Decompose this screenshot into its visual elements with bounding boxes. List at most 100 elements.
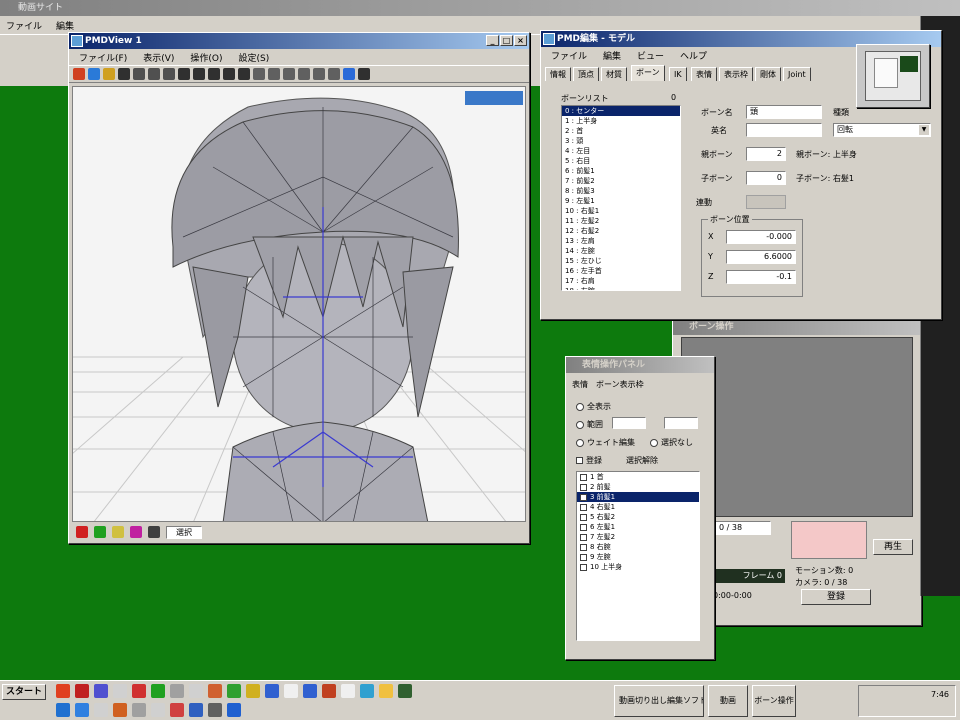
bone-eng-field[interactable] [746, 123, 822, 137]
morph-tab-morph[interactable]: 表情 [572, 379, 588, 390]
range-start-field[interactable] [612, 417, 646, 429]
menu-settings[interactable]: 設定(S) [237, 51, 272, 64]
3d-viewport[interactable] [72, 86, 526, 522]
quicklaunch-icon[interactable] [379, 684, 393, 698]
quicklaunch-icon[interactable] [94, 703, 108, 717]
tab-rigid-body[interactable]: 剛体 [755, 67, 781, 81]
tool-icon[interactable] [130, 526, 142, 538]
quicklaunch-icon[interactable] [227, 684, 241, 698]
minimize-button[interactable]: _ [486, 35, 499, 46]
list-item[interactable]: 7 : 前髪2 [562, 176, 680, 186]
toolbar-tool-icon[interactable] [73, 68, 85, 80]
toolbar-tool-icon[interactable] [298, 68, 310, 80]
list-item[interactable]: 8 : 前髪3 [562, 186, 680, 196]
quicklaunch-icon[interactable] [284, 684, 298, 698]
quicklaunch-icon[interactable] [227, 703, 241, 717]
task-button-2[interactable]: 動画 [708, 685, 748, 717]
quicklaunch-icon[interactable] [246, 684, 260, 698]
toolbar-tool-icon[interactable] [163, 68, 175, 80]
tab-joint[interactable]: Joint [783, 67, 811, 81]
toolbar-tool-icon[interactable] [268, 68, 280, 80]
list-item[interactable]: 4 : 左目 [562, 146, 680, 156]
toolbar-tool-icon[interactable] [313, 68, 325, 80]
quicklaunch-icon[interactable] [75, 684, 89, 698]
option-clear[interactable]: 選択解除 [626, 455, 658, 466]
option-all[interactable]: 全表示 [576, 401, 611, 412]
child-bone-field[interactable]: 0 [746, 171, 786, 185]
quicklaunch-icon[interactable] [132, 684, 146, 698]
toolbar-tool-icon[interactable] [283, 68, 295, 80]
tool-icon[interactable] [94, 526, 106, 538]
list-item[interactable]: 7 左髪2 [577, 532, 699, 542]
tool-icon[interactable] [112, 526, 124, 538]
list-item[interactable]: 2 : 首 [562, 126, 680, 136]
tab-display-frame[interactable]: 表示枠 [719, 67, 753, 81]
list-item[interactable]: 16 : 左手首 [562, 266, 680, 276]
tab-morph[interactable]: 表情 [691, 67, 717, 81]
list-item[interactable]: 8 右腕 [577, 542, 699, 552]
toolbar-tool-icon[interactable] [253, 68, 265, 80]
morph-tab-bone-frame[interactable]: ボーン表示枠 [596, 379, 644, 390]
menu-file[interactable]: ファイル(F) [77, 51, 129, 64]
list-item[interactable]: 15 : 左ひじ [562, 256, 680, 266]
register-button[interactable]: 登録 [801, 589, 871, 605]
option-weight[interactable]: ウェイト編集 [576, 437, 635, 448]
view-status-field[interactable]: 選択 [166, 525, 202, 539]
pos-z-field[interactable]: -0.1 [726, 270, 796, 284]
toolbar-tool-icon[interactable] [343, 68, 355, 80]
quicklaunch-icon[interactable] [303, 684, 317, 698]
list-item[interactable]: 3 : 頭 [562, 136, 680, 146]
quicklaunch-icon[interactable] [265, 684, 279, 698]
morph-list[interactable]: 1 首2 前髪 3 前髪1 4 右髪1 5 右髪2 6 左髪1 7 左髪2 8 右腕 9 左腕… [576, 471, 700, 641]
list-item[interactable]: 4 右髪1 [577, 502, 699, 512]
maximize-button[interactable]: □ [500, 35, 513, 46]
tool-icon[interactable] [148, 526, 160, 538]
pos-x-field[interactable]: -0.000 [726, 230, 796, 244]
toolbar-tool-icon[interactable] [193, 68, 205, 80]
quicklaunch-icon[interactable] [113, 684, 127, 698]
quicklaunch-icon[interactable] [113, 703, 127, 717]
list-item[interactable]: 5 : 右目 [562, 156, 680, 166]
quicklaunch-icon[interactable] [75, 703, 89, 717]
list-item[interactable]: 1 : 上半身 [562, 116, 680, 126]
toolbar-tool-icon[interactable] [238, 68, 250, 80]
toolbar-tool-icon[interactable] [358, 68, 370, 80]
toolbar-tool-icon[interactable] [178, 68, 190, 80]
list-item[interactable]: 17 : 右肩 [562, 276, 680, 286]
list-item[interactable]: 10 : 右髪1 [562, 206, 680, 216]
toolbar-tool-icon[interactable] [148, 68, 160, 80]
editor-menu-view[interactable]: ビュー [635, 49, 666, 62]
quicklaunch-icon[interactable] [132, 703, 146, 717]
quicklaunch-icon[interactable] [56, 703, 70, 717]
tab-bone[interactable]: ボーン [631, 65, 665, 81]
toolbar-tool-icon[interactable] [88, 68, 100, 80]
list-item[interactable]: 3 前髪1 [577, 492, 699, 502]
list-item[interactable]: 10 上半身 [577, 562, 699, 572]
list-item[interactable]: 11 : 左髪2 [562, 216, 680, 226]
range-end-field[interactable] [664, 417, 698, 429]
toolbar-tool-icon[interactable] [118, 68, 130, 80]
list-item[interactable]: 9 左腕 [577, 552, 699, 562]
parent-bone-field[interactable]: 2 [746, 147, 786, 161]
tab-ik[interactable]: IK [669, 67, 687, 81]
quicklaunch-icon[interactable] [360, 684, 374, 698]
bone-name-field[interactable]: 頭 [746, 105, 822, 119]
task-button-1[interactable]: 動画切り出し編集ソフト [614, 685, 704, 717]
tab-material[interactable]: 材質 [601, 67, 627, 81]
list-item[interactable]: 6 : 前髪1 [562, 166, 680, 176]
quicklaunch-icon[interactable] [341, 684, 355, 698]
quicklaunch-icon[interactable] [189, 684, 203, 698]
list-item[interactable]: 13 : 左肩 [562, 236, 680, 246]
option-range[interactable]: 範囲 [576, 419, 603, 430]
tool-icon[interactable] [76, 526, 88, 538]
tab-vertex[interactable]: 頂点 [573, 67, 599, 81]
list-item[interactable]: 0 : センター [562, 106, 680, 116]
kind-select[interactable]: 回転 ▼ [833, 123, 931, 137]
editor-menu-edit[interactable]: 編集 [601, 49, 623, 62]
quicklaunch-icon[interactable] [208, 684, 222, 698]
list-item[interactable]: 14 : 左腕 [562, 246, 680, 256]
list-item[interactable]: 9 : 左髪1 [562, 196, 680, 206]
toolbar-tool-icon[interactable] [328, 68, 340, 80]
list-item[interactable]: 12 : 右髪2 [562, 226, 680, 236]
list-item[interactable]: 18 : 右腕 [562, 286, 680, 290]
